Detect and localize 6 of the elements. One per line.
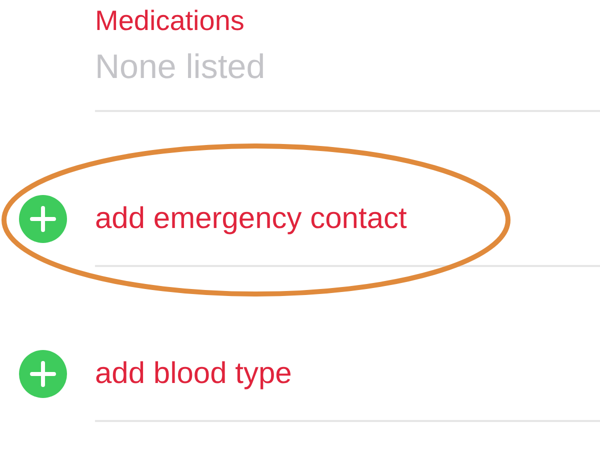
add-icon[interactable] xyxy=(19,350,67,398)
field-label: Medications xyxy=(95,4,244,38)
add-link[interactable]: add emergency contact xyxy=(95,199,407,239)
add-link[interactable]: add blood type xyxy=(95,354,292,394)
field-value: None listed xyxy=(95,47,266,88)
add-icon[interactable] xyxy=(19,195,67,243)
